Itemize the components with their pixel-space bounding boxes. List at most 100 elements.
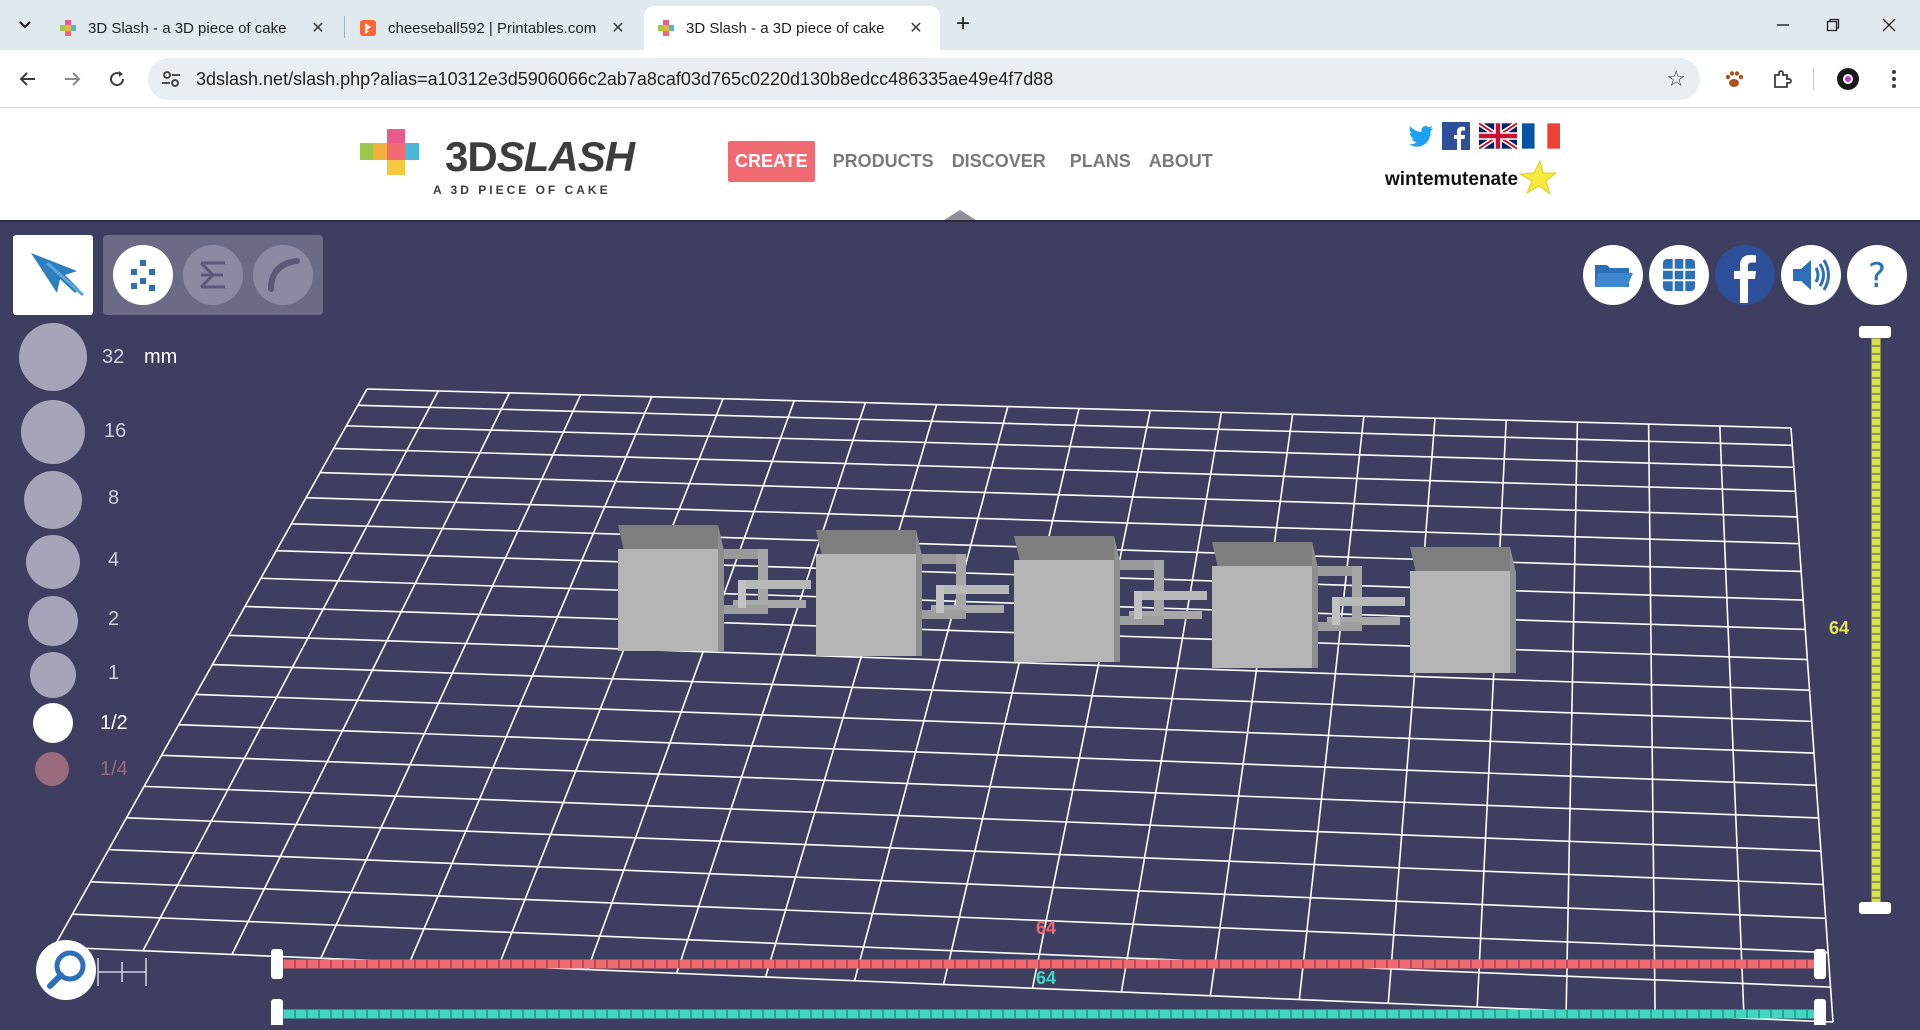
- tab-printables[interactable]: cheeseball592 | Printables.com ✕: [346, 6, 642, 50]
- french-flag-icon[interactable]: [1522, 123, 1560, 149]
- close-icon[interactable]: ✕: [608, 18, 628, 38]
- link-bar: [936, 585, 1009, 594]
- select-tool-button[interactable]: [13, 235, 93, 315]
- scale-bar-icon: [97, 958, 147, 986]
- cube-front: [1410, 571, 1510, 673]
- grid-line: [1298, 416, 1365, 1000]
- profile-avatar[interactable]: [1832, 63, 1864, 95]
- logo-tagline: A 3D PIECE OF CAKE: [433, 183, 611, 197]
- back-button[interactable]: [12, 63, 44, 95]
- size-quarter-button[interactable]: [35, 752, 69, 786]
- size-32-button[interactable]: [19, 323, 87, 391]
- browser-menu-button[interactable]: [1878, 63, 1910, 95]
- cube-front: [618, 549, 718, 651]
- logo-wordmark: 3DSLASH: [445, 133, 635, 181]
- forward-button[interactable]: [56, 63, 88, 95]
- close-icon[interactable]: ✕: [308, 18, 328, 38]
- address-bar[interactable]: 3dslash.net/slash.php?alias=a10312e3d590…: [148, 58, 1700, 100]
- grid-toggle-button[interactable]: [1649, 245, 1709, 305]
- avatar-icon: [1837, 68, 1859, 90]
- cyan-slider-value: 64: [1036, 968, 1057, 988]
- open-file-button[interactable]: [1583, 245, 1643, 305]
- facebook-icon[interactable]: [1442, 122, 1470, 150]
- size-4-button[interactable]: [26, 535, 80, 589]
- size-16-button[interactable]: [21, 400, 85, 464]
- username[interactable]: wintemutenate: [1385, 169, 1518, 191]
- reload-button[interactable]: [101, 63, 133, 95]
- question-mark-icon: ?: [1868, 256, 1886, 296]
- close-window-button[interactable]: [1866, 10, 1912, 40]
- size-4-label: 4: [108, 549, 120, 571]
- minimize-button[interactable]: [1760, 10, 1806, 40]
- extension-paw[interactable]: [1718, 63, 1750, 95]
- restore-icon: [1826, 18, 1840, 32]
- nav-products[interactable]: PRODUCTS: [833, 151, 934, 172]
- curve-tool-button[interactable]: [253, 245, 313, 305]
- uk-flag-icon[interactable]: [1479, 123, 1517, 149]
- link-bar: [738, 580, 746, 608]
- facebook-share-button[interactable]: [1715, 245, 1775, 305]
- size-1-label: 1: [108, 662, 120, 684]
- bookmark-star-icon[interactable]: ☆: [1666, 66, 1686, 92]
- dots-pattern-icon: [131, 260, 155, 291]
- cube-side: [1114, 536, 1120, 662]
- minimize-icon: [1777, 24, 1789, 26]
- tab-3dslash-1[interactable]: 3D Slash - a 3D piece of cake ✕: [46, 6, 342, 50]
- nav-about[interactable]: ABOUT: [1149, 151, 1213, 172]
- size-half-button[interactable]: [33, 703, 73, 743]
- browser-tabstrip: 3D Slash - a 3D piece of cake ✕ cheeseba…: [0, 0, 1920, 50]
- red-slider-value: 64: [1036, 918, 1057, 938]
- cube-front: [1014, 560, 1114, 662]
- cube-front: [1212, 566, 1312, 668]
- site-nav: CREATE PRODUCTS DISCOVER PLANS ABOUT: [728, 141, 1231, 182]
- cube-front: [816, 554, 916, 656]
- link-bar: [1332, 597, 1405, 606]
- size-32-label: 32: [102, 346, 125, 368]
- grid-line: [853, 406, 1009, 981]
- new-tab-button[interactable]: +: [950, 12, 976, 38]
- sound-button[interactable]: [1781, 245, 1841, 305]
- toolbar-divider: [1813, 68, 1814, 90]
- nav-discover[interactable]: DISCOVER: [952, 151, 1046, 172]
- 3dslash-favicon-icon: [658, 20, 674, 36]
- slider-top-handle: [1859, 326, 1891, 338]
- arrow-left-icon: [19, 72, 35, 86]
- twitter-icon[interactable]: [1405, 121, 1435, 151]
- site-settings-icon[interactable]: [160, 68, 182, 90]
- logo-3d-text: 3D: [445, 133, 498, 180]
- tool-group: [103, 235, 323, 315]
- 3dslash-logo[interactable]: 3DSLASH A 3D PIECE OF CAKE: [360, 119, 640, 199]
- extensions-button[interactable]: [1766, 63, 1798, 95]
- size-2-button[interactable]: [28, 596, 78, 646]
- nav-create[interactable]: CREATE: [728, 141, 815, 182]
- cube-top: [1410, 547, 1516, 573]
- folder-icon: [1595, 265, 1633, 287]
- header-collapse-caret[interactable]: [944, 210, 976, 220]
- size-1-button[interactable]: [30, 652, 76, 698]
- size-8-button[interactable]: [24, 471, 82, 529]
- link-bar: [1332, 597, 1340, 625]
- grid-line: [1031, 410, 1151, 989]
- editor-viewport[interactable]: 32 mm 16 8 4 2 1 1/2 1/4 ? 64 64 64: [0, 220, 1920, 1030]
- slider-bottom-handle: [1859, 902, 1891, 914]
- size-8-label: 8: [108, 487, 120, 509]
- voxel-tool-button[interactable]: [113, 245, 173, 305]
- restore-button[interactable]: [1810, 10, 1856, 40]
- arrow-right-icon: [65, 72, 81, 86]
- vertical-height-slider[interactable]: [1852, 324, 1900, 914]
- 3d-scene[interactable]: [0, 222, 1920, 1030]
- vertical-slider-value: 64: [1829, 618, 1850, 638]
- tab-search-button[interactable]: [10, 10, 40, 40]
- zoom-button[interactable]: [36, 940, 96, 1000]
- nav-plans[interactable]: PLANS: [1070, 151, 1131, 172]
- chevron-down-icon: [19, 21, 31, 29]
- cube-top: [816, 530, 922, 556]
- url-text[interactable]: 3dslash.net/slash.php?alias=a10312e3d590…: [196, 69, 1053, 90]
- help-button[interactable]: ?: [1847, 245, 1907, 305]
- star-badge-icon: [1518, 159, 1558, 196]
- tab-title: cheeseball592 | Printables.com: [388, 19, 597, 37]
- tab-3dslash-active[interactable]: 3D Slash - a 3D piece of cake ✕: [644, 6, 940, 50]
- close-icon[interactable]: ✕: [906, 18, 926, 38]
- sum-tool-button[interactable]: [183, 245, 243, 305]
- cube-side: [916, 530, 922, 656]
